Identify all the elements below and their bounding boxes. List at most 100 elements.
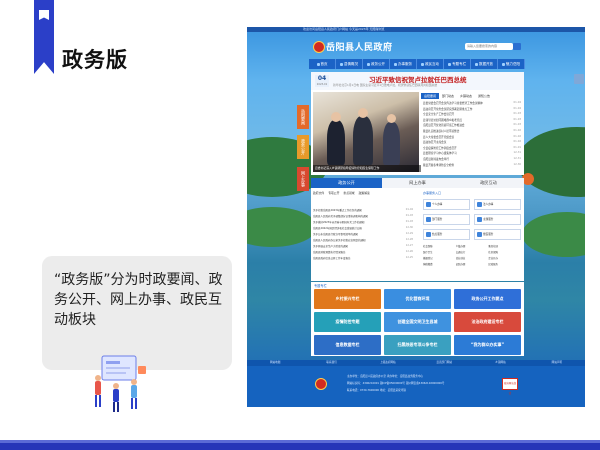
nav-item[interactable]: 首页 xyxy=(309,59,336,69)
topic-banner[interactable]: 乡村振兴专栏 xyxy=(314,289,381,309)
topic-banner[interactable]: 优化营商环境 xyxy=(384,289,451,309)
side-tab[interactable]: 网上办事 xyxy=(297,167,309,191)
service-link[interactable]: 企业开办 xyxy=(488,256,521,260)
special-title: 专题专栏 xyxy=(314,284,327,288)
topic-banner[interactable]: 创建全国文明卫生县城 xyxy=(384,312,451,332)
topic-banner[interactable]: 法治政府建设专栏 xyxy=(454,312,521,332)
main-nav: 首页 县情概况 政务公开 办事服务 政民互动 专题专栏 数据开放 魅力岳阳 xyxy=(309,59,525,69)
bottom-accent-line xyxy=(0,440,600,443)
section-tabs: 政务公开 网上办事 政民互动 xyxy=(311,178,524,188)
nav-icon xyxy=(502,62,505,66)
search-button[interactable] xyxy=(513,43,521,50)
special-topics-panel: 专题专栏 乡村振兴专栏 优化营商环境 政务公开工作要点 疫情防控专题 创建全国文… xyxy=(311,282,524,356)
nav-item[interactable]: 政务公开 xyxy=(363,59,390,69)
news-tab[interactable]: 部门动态 xyxy=(439,93,457,99)
service-link[interactable]: 证照办理 xyxy=(456,262,489,266)
service-link[interactable]: 民政服务 xyxy=(488,262,521,266)
news-tab[interactable]: 通知公告 xyxy=(475,93,493,99)
service-button[interactable]: 部门服务 xyxy=(423,214,470,225)
section-tab[interactable]: 政务公开 xyxy=(311,178,382,188)
nav-item[interactable]: 魅力岳阳 xyxy=(498,59,525,69)
banner-grid: 乡村振兴专栏 优化营商环境 政务公开工作要点 疫情防控专题 创建全国文明卫生县城… xyxy=(314,289,521,355)
service-link[interactable]: 户籍办理 xyxy=(456,244,489,248)
service-button[interactable]: 主题服务 xyxy=(474,214,521,225)
service-title: 办事服务入口 xyxy=(423,191,442,195)
topic-banner[interactable]: 信息数据专栏 xyxy=(314,335,381,355)
nav-item[interactable]: 数据开放 xyxy=(471,59,498,69)
footer-links: 网站地图 联系我们 上级政府网站 县直部门网站 乡镇网站 网站声明 xyxy=(247,360,585,366)
news-panel: 04 2023-01 习近平致信祝贺卢拉就任巴西总统 新华社北京1月1日电 国家… xyxy=(311,72,524,175)
headline-summary: 新华社北京1月1日电 国家主席习近平1日致电卢拉，祝贺他就任巴西联邦共和国总统 xyxy=(333,83,438,87)
topic-banner[interactable]: 扫黑除恶专项斗争专栏 xyxy=(384,335,451,355)
section-tab[interactable]: 网上办事 xyxy=(382,178,453,188)
site-title[interactable]: 岳阳县人民政府 xyxy=(326,40,393,53)
footer-link[interactable]: 联系我们 xyxy=(303,360,359,366)
nav-icon xyxy=(421,62,424,66)
search-input[interactable]: 请输入您要搜索的内容 xyxy=(465,43,513,50)
photo-head xyxy=(331,112,341,122)
service-button[interactable]: 个人办事 xyxy=(423,199,470,210)
footer-link[interactable]: 县直部门网站 xyxy=(416,360,472,366)
topic-banner[interactable]: 政务公开工作要点 xyxy=(454,289,521,309)
photo-head xyxy=(358,108,368,118)
nav-icon xyxy=(448,62,451,66)
footer-link[interactable]: 乡镇网站 xyxy=(472,360,528,366)
error-report-badge[interactable]: 政府网站找错 xyxy=(502,378,518,395)
nav-icon xyxy=(475,62,478,66)
description-text: “政务版”分为时政要闻、政务公开、网上办事、政民互动板块 xyxy=(54,272,223,328)
news-list: 县委常委会召开会议传达学习省委经济工作会议精神 01-04 县政府召开常务会议研究… xyxy=(423,101,521,168)
news-photo[interactable]: 县委书记深入乡镇调研指导疫情防控和民生保障工作 xyxy=(313,92,421,172)
photo-person xyxy=(383,122,400,165)
gov-subtab[interactable]: 重点领域 xyxy=(343,191,354,195)
topic-banner[interactable]: “我为群众办实事” xyxy=(454,335,521,355)
service-link[interactable]: 住房保障 xyxy=(488,250,521,254)
footer-emblem-icon xyxy=(315,378,327,390)
nav-icon xyxy=(394,62,397,66)
gov-subtabs: 政府文件 专项公开 重点领域 政策解读 xyxy=(313,191,411,195)
topic-banner[interactable]: 疫情防控专题 xyxy=(314,312,381,332)
news-tab[interactable]: 乡镇动态 xyxy=(457,93,475,99)
headline-bar: 04 2023-01 习近平致信祝贺卢拉就任巴西总统 新华社北京1月1日电 国家… xyxy=(311,72,524,90)
sections-panel: 政务公开 网上办事 政民互动 政府文件 专项公开 重点领域 政策解读 关于印发岳… xyxy=(311,178,524,281)
service-button[interactable]: 法人办事 xyxy=(474,199,521,210)
site-footer: 网站地图 联系我们 上级政府网站 县直部门网站 乡镇网站 网站声明 主办单位：岳… xyxy=(247,360,585,407)
footer-text: 联系电话：0730-7600000 地址：岳阳县荣家湾镇 xyxy=(347,389,406,392)
service-link[interactable]: 社会保障 xyxy=(423,244,456,248)
national-emblem-icon xyxy=(313,41,325,53)
side-tab[interactable]: 政务公开 xyxy=(297,135,309,159)
service-button[interactable]: 热点服务 xyxy=(423,229,470,240)
topbar-text: 欢迎访问岳阳县人民政府门户网站 今天是2023年 无障碍浏览 xyxy=(303,27,385,31)
gov-subtab[interactable]: 政府文件 xyxy=(313,191,324,195)
gov-subtab[interactable]: 专项公开 xyxy=(328,191,339,195)
photo-person xyxy=(327,120,345,165)
list-item[interactable]: 我县开展冬季消防安全检查 12-30 xyxy=(423,162,521,169)
service-link[interactable]: 就业创业 xyxy=(456,256,489,260)
gov-list: 关于印发岳阳县2023年重点工作任务的通知 01-04 岳阳县人民政府关于调整部分… xyxy=(313,208,413,262)
service-link[interactable]: 纳税缴费 xyxy=(423,262,456,266)
accessibility-icon[interactable] xyxy=(574,74,584,84)
date-month: 2023-01 xyxy=(316,83,328,86)
nav-item[interactable]: 县情概况 xyxy=(336,59,363,69)
footer-link[interactable]: 上级政府网站 xyxy=(360,360,416,366)
news-tabs: 岳阳要闻 部门动态 乡镇动态 通知公告 xyxy=(421,93,521,99)
service-link[interactable]: 医疗卫生 xyxy=(423,250,456,254)
service-button[interactable]: 便民服务 xyxy=(474,229,521,240)
side-tab[interactable]: 岳阳要闻 xyxy=(297,105,309,129)
footer-link[interactable]: 网站声明 xyxy=(529,360,585,366)
service-link[interactable]: 婚姻登记 xyxy=(423,256,456,260)
photo-person xyxy=(353,116,373,165)
footer-text: 网站标识码：4306210001 湘ICP备05000000号 湘公网安备430… xyxy=(347,382,445,385)
nav-item[interactable]: 办事服务 xyxy=(390,59,417,69)
service-links: 社会保障 户籍办理 教育培训 医疗卫生 交通出行 住房保障 婚姻登记 就业创业 … xyxy=(423,244,521,266)
date-box: 04 2023-01 xyxy=(315,75,329,87)
service-link[interactable]: 教育培训 xyxy=(488,244,521,248)
list-item[interactable]: 岳阳县政府信息公开工作年度报告 12-25 xyxy=(313,256,413,262)
top-info-bar: 欢迎访问岳阳县人民政府门户网站 今天是2023年 无障碍浏览 xyxy=(247,27,585,32)
service-link[interactable]: 交通出行 xyxy=(456,250,489,254)
section-tab[interactable]: 政民互动 xyxy=(453,178,524,188)
footer-link[interactable]: 网站地图 xyxy=(247,360,303,366)
gov-subtab[interactable]: 政策解读 xyxy=(359,191,370,195)
nav-item[interactable]: 政民互动 xyxy=(417,59,444,69)
nav-item[interactable]: 专题专栏 xyxy=(444,59,471,69)
news-tab[interactable]: 岳阳要闻 xyxy=(421,93,440,99)
